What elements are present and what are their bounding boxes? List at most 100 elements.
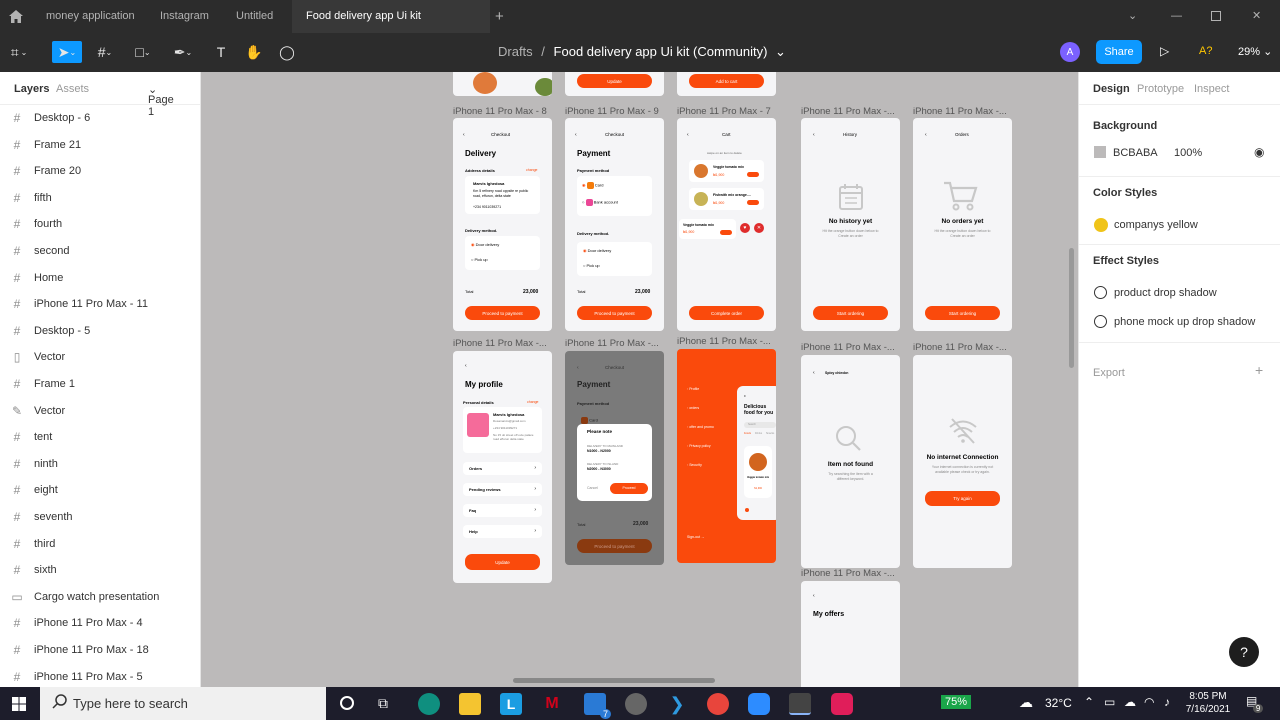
share-button[interactable]: Share (1096, 40, 1142, 64)
proceed-to-payment-button[interactable]: Proceed to payment (577, 306, 652, 320)
volume-icon[interactable]: ♪ (1164, 695, 1170, 709)
edge-icon[interactable] (418, 693, 440, 715)
frame-label[interactable]: iPhone 11 Pro Max - 8 (453, 106, 547, 117)
effect-style-name[interactable]: phone mock up drop shadow (1114, 316, 1255, 328)
windows-start-icon[interactable] (12, 697, 26, 716)
frame-label[interactable]: iPhone 11 Pro Max -... (801, 568, 895, 579)
add-to-cart-button[interactable]: Add to cart (689, 74, 764, 88)
text-tool-icon[interactable]: T (208, 41, 234, 63)
delivery-frame[interactable]: ‹ Checkout Delivery Address details chan… (453, 118, 552, 331)
layer-item[interactable]: # iPhone 11 Pro Max - 18 (0, 637, 200, 663)
mail-icon[interactable]: 7 (584, 693, 611, 719)
back-icon[interactable]: ‹ (577, 365, 579, 371)
frame-label[interactable]: iPhone 11 Pro Max - 9 (565, 106, 659, 117)
profile-frame[interactable]: ‹ My profile Personal details change Mar… (453, 351, 552, 583)
weather-icon[interactable]: ☁ (1019, 694, 1033, 711)
layer-item[interactable]: ▯ Vector (0, 344, 200, 370)
heart-icon[interactable]: ♥ (740, 223, 750, 233)
canvas[interactable]: Update Add to cart iPhone 11 Pro Max - 8… (201, 72, 1078, 687)
vscode-icon[interactable]: ❯ (666, 693, 688, 715)
minimize-icon[interactable]: — (1171, 0, 1182, 33)
quantity-stepper[interactable] (720, 230, 732, 235)
layer-item[interactable]: # iPhone 11 Pro Max - 4 (0, 610, 200, 636)
slack-icon[interactable] (831, 693, 853, 715)
hand-tool-icon[interactable]: ✋ (241, 41, 267, 63)
layer-item[interactable]: # sixth (0, 557, 200, 583)
cancel-button[interactable]: Cancel (587, 486, 598, 490)
change-link[interactable]: change (527, 400, 538, 404)
chevron-down-icon[interactable]: ⌄ (775, 44, 786, 59)
back-icon[interactable]: ‹ (813, 593, 815, 599)
add-export-icon[interactable]: + (1255, 362, 1263, 378)
back-icon[interactable]: ‹ (813, 370, 815, 376)
layer-item[interactable]: # tent (0, 424, 200, 450)
obs-icon[interactable] (625, 693, 647, 715)
back-icon[interactable]: ‹ (575, 132, 577, 138)
figma-app-icon[interactable] (789, 693, 811, 715)
search-query[interactable]: Spicy chieckn (825, 371, 848, 375)
radio-pick-up[interactable]: ○ Pick up (583, 263, 600, 268)
back-icon[interactable]: ‹ (813, 132, 815, 138)
wifi-icon[interactable]: ◠ (1144, 695, 1154, 709)
profile-row-faq[interactable]: Faq › (463, 504, 542, 517)
frame-label[interactable]: iPhone 11 Pro Max -... (801, 342, 895, 353)
try-again-button[interactable]: Try again (925, 491, 1000, 506)
frame-top-1[interactable] (453, 72, 552, 96)
proceed-button[interactable]: Proceed (610, 483, 648, 494)
tab-design[interactable]: Design (1093, 83, 1130, 95)
frame-label[interactable]: iPhone 11 Pro Max -... (913, 106, 1007, 117)
layer-item[interactable]: # fifth (0, 185, 200, 211)
frame-top-2[interactable]: Update (565, 72, 664, 96)
cortana-icon[interactable] (340, 696, 354, 710)
history-frame[interactable]: ‹ History No history yet Hit the orange … (801, 118, 900, 331)
no-connection-frame[interactable]: No internet Connection Your internet con… (913, 355, 1012, 568)
side-menu-item[interactable]: ◦ Security (687, 463, 702, 467)
network-icon[interactable]: ▭ (1104, 695, 1115, 709)
radio-door-delivery[interactable]: ◉ Door delivery (583, 248, 611, 253)
tab-instagram[interactable]: Instagram (146, 0, 223, 33)
mcafee-icon[interactable]: M (541, 693, 563, 715)
zoom-app-icon[interactable] (748, 693, 770, 715)
orders-frame[interactable]: ‹ Orders No orders yet Hit the orange bu… (913, 118, 1012, 331)
layer-item[interactable]: # seventh (0, 504, 200, 530)
background-swatch[interactable] (1094, 146, 1106, 158)
offers-frame[interactable]: ‹ My offers (801, 581, 900, 687)
taskbar-search[interactable]: Type here to search (40, 687, 326, 720)
profile-row-pending[interactable]: Pending reviews › (463, 483, 542, 496)
frame-label[interactable]: iPhone 11 Pro Max - 7 (677, 106, 771, 117)
file-title[interactable]: Food delivery app Ui kit (Community) (554, 44, 768, 59)
tab-layers[interactable]: Layers (14, 83, 49, 95)
horizontal-scrollbar[interactable] (513, 678, 715, 683)
layer-item[interactable]: # eight (0, 477, 200, 503)
quantity-stepper[interactable] (747, 172, 759, 177)
layer-item[interactable]: # third (0, 531, 200, 557)
breadcrumb-drafts[interactable]: Drafts (498, 44, 533, 59)
quantity-stepper[interactable] (747, 200, 759, 205)
onedrive-icon[interactable]: ☁ (1124, 695, 1136, 709)
restore-icon[interactable] (1211, 11, 1221, 21)
layer-item[interactable]: # iPhone 11 Pro Max - 5 (0, 664, 200, 690)
side-menu-item[interactable]: ◦ offer and promo (687, 425, 714, 429)
layer-item[interactable]: # Frame 1 (0, 371, 200, 397)
radio-bank[interactable]: ○ Bank account (582, 199, 618, 206)
payment-frame[interactable]: ‹ Checkout Payment Payment method ◉ Card… (565, 118, 664, 331)
profile-row-orders[interactable]: Orders › (463, 462, 542, 475)
frame-label[interactable]: iPhone 11 Pro Max -... (453, 338, 547, 349)
update-button[interactable]: Update (465, 554, 540, 570)
chevron-up-icon[interactable]: ⌃ (1084, 695, 1094, 709)
complete-order-button[interactable]: Complete order (689, 306, 764, 320)
proceed-to-payment-button[interactable]: Proceed to payment (465, 306, 540, 320)
side-menu-item[interactable]: ◦ orders (687, 406, 699, 410)
page-selector[interactable]: Page 1 ⌄ (148, 83, 174, 118)
layer-item[interactable]: ▭ Cargo watch presentation (0, 584, 200, 610)
lync-icon[interactable]: L (500, 693, 522, 715)
home-icon[interactable] (9, 10, 23, 23)
radio-door-delivery[interactable]: ◉ Door delivery (471, 242, 499, 247)
help-button[interactable]: ? (1229, 637, 1259, 667)
radio-card[interactable]: ◉ Card (582, 182, 603, 189)
eye-icon[interactable]: ◉ (1254, 145, 1264, 159)
notification-icon[interactable]: ▤ 9 (1246, 694, 1264, 713)
back-icon[interactable]: ‹ (463, 132, 465, 138)
file-explorer-icon[interactable] (459, 693, 481, 715)
zoom-level[interactable]: 29% ⌄ (1238, 45, 1272, 58)
